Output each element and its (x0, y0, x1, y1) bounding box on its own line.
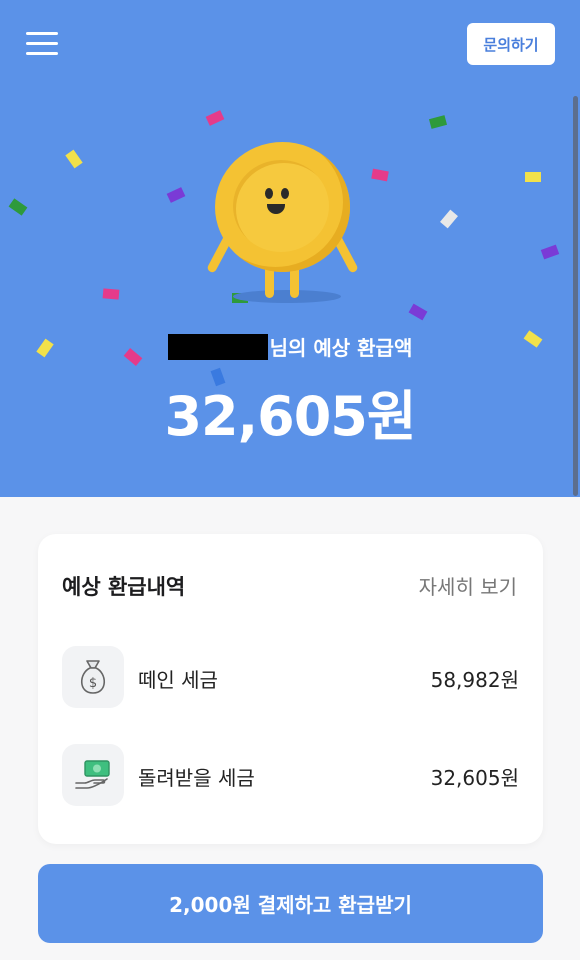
confetti-piece (102, 288, 120, 300)
confetti-piece (8, 198, 28, 216)
confetti-piece (525, 172, 541, 182)
view-details-link[interactable]: 자세히 보기 (419, 571, 517, 600)
refund-details-card: 예상 환급내역 자세히 보기 $ 떼인 세금 58,982원 돌려받을 세금 3… (38, 534, 543, 844)
coin-mascot-illustration (205, 142, 365, 307)
pay-and-refund-button[interactable]: 2,000원 결제하고 환급받기 (38, 864, 543, 943)
refund-tax-row: 돌려받을 세금 32,605원 (62, 744, 519, 806)
cash-hand-icon (62, 744, 124, 806)
refund-heading: 님의 예상 환급액 (0, 332, 580, 361)
confetti-piece (428, 115, 448, 129)
withheld-tax-row: $ 떼인 세금 58,982원 (62, 646, 519, 708)
hamburger-menu-icon[interactable] (26, 32, 60, 58)
refund-amount: 32,605원 (164, 385, 416, 448)
refund-tax-label: 돌려받을 세금 (138, 766, 255, 790)
confetti-piece (540, 244, 560, 260)
refund-heading-text: 님의 예상 환급액 (269, 336, 413, 360)
confetti-piece (205, 110, 225, 126)
confetti-piece (65, 149, 83, 169)
redacted-name (167, 334, 268, 360)
withheld-tax-value: 58,982원 (430, 668, 519, 692)
refund-tax-value: 32,605원 (430, 766, 519, 790)
inquiry-button[interactable]: 문의하기 (467, 23, 555, 65)
confetti-piece (166, 187, 186, 203)
confetti-piece (408, 303, 428, 321)
refund-details-title: 예상 환급내역 (62, 575, 186, 599)
confetti-piece (440, 209, 458, 229)
svg-text:$: $ (89, 676, 97, 691)
hero-banner: 문의하기 님의 예상 환급액 32,605원 (0, 0, 580, 497)
confetti-piece (371, 168, 389, 182)
money-bag-icon: $ (62, 646, 124, 708)
withheld-tax-label: 떼인 세금 (138, 668, 218, 692)
